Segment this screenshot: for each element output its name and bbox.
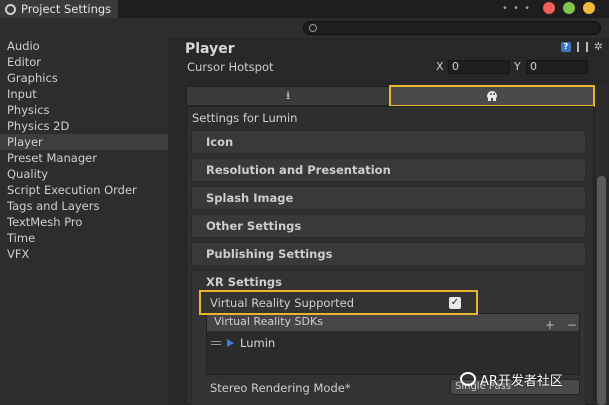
sdk-item-label: Lumin: [240, 336, 276, 350]
add-sdk-button[interactable]: +: [545, 318, 555, 332]
sidebar-item-textmesh-pro[interactable]: TextMesh Pro: [0, 214, 168, 230]
y-field[interactable]: 0: [526, 60, 588, 74]
remove-sdk-button[interactable]: −: [567, 318, 577, 332]
watermark: AR开发者社区: [460, 368, 605, 390]
header-icons: ? ✲: [560, 41, 603, 52]
sidebar-item-preset-manager[interactable]: Preset Manager: [0, 150, 168, 166]
window-controls: • • •: [502, 2, 595, 14]
sidebar-item-player[interactable]: Player: [0, 134, 168, 150]
list-controls: + −: [545, 318, 577, 332]
x-label: X: [436, 60, 444, 73]
cursor-hotspot-row: Cursor Hotspot X 0 Y 0: [187, 60, 607, 74]
scrollbar[interactable]: [596, 84, 607, 405]
section-other-settings[interactable]: Other Settings: [191, 214, 586, 238]
section-splash-image[interactable]: Splash Image: [191, 186, 586, 210]
tab-lumin[interactable]: [389, 85, 595, 107]
vr-supported-row: Virtual Reality Supported ✓: [199, 290, 478, 315]
main-panel: Player ? ✲ Cursor Hotspot X 0 Y 0 ⭳ Sett…: [168, 38, 609, 405]
expand-arrow-icon[interactable]: [227, 339, 234, 347]
y-label: Y: [514, 60, 521, 73]
vr-supported-checkbox[interactable]: ✓: [449, 297, 461, 309]
stereo-rendering-label: Stereo Rendering Mode*: [210, 381, 351, 395]
minimize-button[interactable]: [563, 2, 575, 14]
window-tab[interactable]: Project Settings: [0, 0, 118, 18]
sidebar-item-time[interactable]: Time: [0, 230, 168, 246]
settings-for-label: Settings for Lumin: [192, 111, 298, 125]
sidebar-item-graphics[interactable]: Graphics: [0, 70, 168, 86]
wechat-icon: [460, 372, 476, 386]
presets-icon[interactable]: [576, 42, 588, 52]
sidebar-item-script-execution-order[interactable]: Script Execution Order: [0, 182, 168, 198]
list-item[interactable]: Lumin: [211, 336, 275, 350]
platform-tabs: ⭳: [186, 85, 595, 107]
sidebar-item-input[interactable]: Input: [0, 86, 168, 102]
sidebar-item-audio[interactable]: Audio: [0, 38, 168, 54]
x-field[interactable]: 0: [448, 60, 510, 74]
section-resolution[interactable]: Resolution and Presentation: [191, 158, 586, 182]
sidebar-item-vfx[interactable]: VFX: [0, 246, 168, 262]
drag-handle-icon[interactable]: [211, 341, 221, 345]
sidebar-list: Audio Editor Graphics Input Physics Physics 2…: [0, 38, 168, 262]
settings-panel: Settings for Lumin Icon Resolution and P…: [186, 106, 594, 405]
xr-settings-title[interactable]: XR Settings: [206, 275, 282, 289]
section-icon[interactable]: Icon: [191, 130, 586, 154]
vr-supported-label: Virtual Reality Supported: [210, 296, 355, 310]
search-input[interactable]: [303, 21, 601, 35]
sidebar-item-physics[interactable]: Physics: [0, 102, 168, 118]
vr-sdk-list: Virtual Reality SDKs Lumin: [206, 313, 580, 375]
sidebar-item-physics-2d[interactable]: Physics 2D: [0, 118, 168, 134]
vr-sdk-header: Virtual Reality SDKs: [207, 314, 579, 331]
window-title: Project Settings: [21, 2, 112, 16]
watermark-text: AR开发者社区: [480, 373, 563, 389]
zoom-button[interactable]: [583, 2, 595, 14]
download-icon: ⭳: [286, 88, 290, 102]
cursor-hotspot-label: Cursor Hotspot: [187, 60, 274, 74]
settings-gear-icon[interactable]: ✲: [594, 41, 603, 52]
more-icon[interactable]: • • •: [502, 3, 531, 14]
close-button[interactable]: [543, 2, 555, 14]
title-bar: Project Settings • • •: [0, 0, 609, 18]
page-title: Player: [185, 41, 235, 57]
sidebar-item-editor[interactable]: Editor: [0, 54, 168, 70]
sidebar-item-tags-and-layers[interactable]: Tags and Layers: [0, 198, 168, 214]
help-icon[interactable]: ?: [560, 42, 571, 52]
gear-icon: [5, 3, 16, 15]
tab-standalone[interactable]: ⭳: [186, 86, 390, 106]
section-publishing-settings[interactable]: Publishing Settings: [191, 242, 586, 266]
sidebar-item-quality[interactable]: Quality: [0, 166, 168, 182]
search-icon: [309, 24, 317, 32]
lumin-icon: [485, 91, 499, 101]
